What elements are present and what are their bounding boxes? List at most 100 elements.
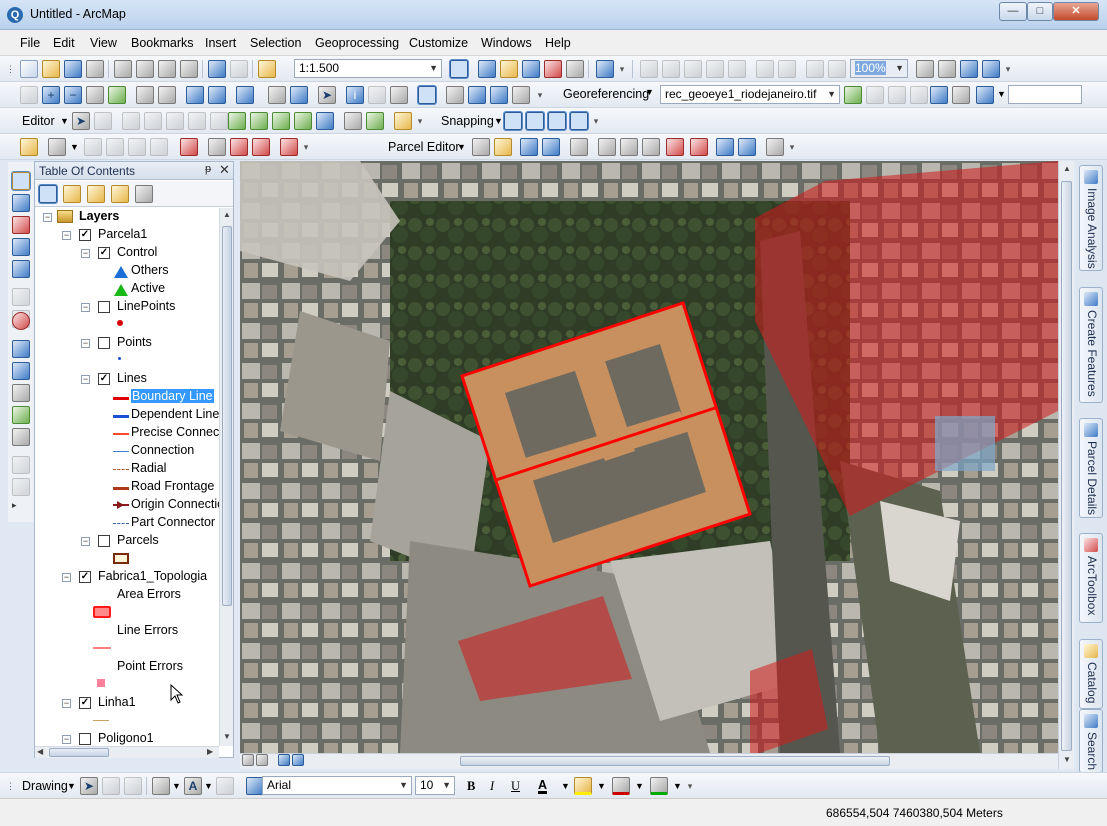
print-icon[interactable] bbox=[86, 60, 104, 78]
error-inspector-icon[interactable] bbox=[230, 138, 248, 156]
linha1-checkbox[interactable]: ✓ bbox=[79, 697, 91, 709]
cut-icon[interactable] bbox=[114, 60, 132, 78]
font-dropdown[interactable]: Arial ▼ bbox=[262, 776, 412, 795]
toolbar-grip-icon[interactable]: ⋮ bbox=[6, 59, 15, 79]
topology-edit-disabled-icon[interactable] bbox=[84, 138, 102, 156]
drawing-menu[interactable]: Drawing bbox=[22, 779, 68, 793]
add-data-icon[interactable] bbox=[258, 60, 276, 78]
edgematch-tool-icon[interactable] bbox=[12, 384, 30, 402]
rotation-angle-input[interactable] bbox=[1008, 85, 1082, 104]
parcels-checkbox[interactable] bbox=[98, 535, 110, 547]
collapse-parcels-icon[interactable]: − bbox=[81, 537, 90, 546]
table-tool-icon[interactable] bbox=[12, 456, 30, 474]
toggle-draft-mode-icon[interactable] bbox=[916, 60, 934, 78]
measure-ruler-icon[interactable] bbox=[417, 85, 437, 105]
pan-hand-icon[interactable] bbox=[86, 86, 104, 104]
rotate-tool-icon[interactable] bbox=[294, 112, 312, 130]
list-by-source-icon[interactable] bbox=[63, 185, 81, 203]
parcel-settings-icon[interactable] bbox=[766, 138, 784, 156]
map-vscroll-thumb[interactable] bbox=[1061, 181, 1072, 751]
point-snapping-icon[interactable] bbox=[503, 111, 523, 131]
least-squares-icon[interactable] bbox=[620, 138, 638, 156]
menu-windows[interactable]: Windows bbox=[481, 36, 532, 50]
fixed-zoom-in-arrows-icon[interactable] bbox=[136, 86, 154, 104]
modify-edge-icon[interactable] bbox=[106, 138, 124, 156]
scroll-down-icon[interactable]: ▼ bbox=[223, 732, 231, 741]
sketch-properties-icon[interactable] bbox=[316, 112, 334, 130]
dock-tab-arctoolbox[interactable]: ArcToolbox bbox=[1079, 533, 1103, 623]
previous-extent-icon[interactable] bbox=[806, 60, 824, 78]
redo-icon[interactable] bbox=[230, 60, 248, 78]
layer-lines[interactable]: Lines bbox=[117, 371, 147, 389]
editor-menu[interactable]: Editor bbox=[22, 114, 55, 128]
layer-poligono1[interactable]: Poligono1 bbox=[98, 731, 154, 746]
edit-tool-arrow-icon[interactable]: ➤ bbox=[72, 112, 90, 130]
topology-edit-icon[interactable] bbox=[48, 138, 66, 156]
viewer-window-icon[interactable] bbox=[952, 86, 970, 104]
rotate-refresh-icon[interactable] bbox=[976, 86, 994, 104]
layout-pan-icon[interactable] bbox=[684, 60, 702, 78]
layers-root-label[interactable]: Layers bbox=[79, 209, 119, 227]
pin-icon[interactable]: ᵽ bbox=[205, 163, 211, 175]
layout-zoom-in-icon[interactable] bbox=[640, 60, 658, 78]
zoom-in-disabled-icon[interactable] bbox=[20, 86, 38, 104]
layer-parcels[interactable]: Parcels bbox=[117, 533, 159, 551]
collapse-topologia-icon[interactable]: − bbox=[62, 573, 71, 582]
menu-customize[interactable]: Customize bbox=[409, 36, 468, 50]
parcel-explorer-icon[interactable] bbox=[738, 138, 756, 156]
fill-color-icon[interactable] bbox=[574, 777, 592, 795]
menu-selection[interactable]: Selection bbox=[250, 36, 301, 50]
toc-scroll-thumb[interactable] bbox=[222, 226, 232, 606]
grid-tool-icon[interactable] bbox=[12, 406, 30, 424]
save-icon[interactable] bbox=[64, 60, 82, 78]
collapse-layers-icon[interactable]: − bbox=[43, 213, 52, 222]
shift-icon[interactable] bbox=[888, 86, 906, 104]
toolbar-grip-icon[interactable]: ▾ bbox=[302, 137, 310, 157]
zoom-in-icon[interactable]: + bbox=[42, 86, 60, 104]
undo-icon[interactable] bbox=[208, 60, 226, 78]
fixed-zoom-in-icon[interactable] bbox=[756, 60, 774, 78]
map-display[interactable] bbox=[240, 161, 1058, 753]
angle-tool-icon[interactable] bbox=[12, 260, 30, 278]
map-horizontal-scrollbar[interactable] bbox=[240, 753, 1058, 769]
layer-linepoints[interactable]: LinePoints bbox=[117, 299, 175, 317]
hyperlink-icon[interactable] bbox=[368, 86, 386, 104]
expand-arrow-icon[interactable]: ▸ bbox=[12, 500, 30, 518]
lines-checkbox[interactable]: ✓ bbox=[98, 373, 110, 385]
menu-edit[interactable]: Edit bbox=[53, 36, 75, 50]
marker-color-icon[interactable] bbox=[650, 777, 668, 795]
map-scale-dropdown[interactable]: 1:1.500 ▼ bbox=[294, 59, 442, 78]
toc-hscroll-thumb[interactable] bbox=[49, 748, 109, 757]
view-link-table-icon[interactable] bbox=[930, 86, 948, 104]
split-tool-icon[interactable] bbox=[272, 112, 290, 130]
dock-tab-search[interactable]: Search bbox=[1079, 709, 1103, 773]
toolbar-grip-icon[interactable]: ⋮ bbox=[6, 776, 15, 796]
delete-parcel-icon[interactable] bbox=[690, 138, 708, 156]
parcel-fabric-icon[interactable] bbox=[20, 138, 38, 156]
arcmap-app-icon[interactable]: Q bbox=[7, 7, 23, 23]
layout-zoom-dropdown[interactable]: 100% ▼ bbox=[850, 59, 908, 78]
fabrica1-topologia-checkbox[interactable]: ✓ bbox=[79, 571, 91, 583]
menu-help[interactable]: Help bbox=[545, 36, 571, 50]
reshape-feature-icon[interactable] bbox=[228, 112, 246, 130]
go-to-xy-icon[interactable] bbox=[490, 86, 508, 104]
arctoolbox-icon[interactable] bbox=[544, 60, 562, 78]
collapse-parcela1-icon[interactable]: − bbox=[62, 231, 71, 240]
edit-annotation-icon[interactable] bbox=[94, 112, 112, 130]
go-back-extent-icon[interactable] bbox=[186, 86, 204, 104]
toolbar-grip-icon[interactable]: ▾ bbox=[592, 111, 600, 131]
toolbar-grip-icon[interactable]: ▾ bbox=[618, 59, 626, 79]
toolbar-grip-icon[interactable]: ▾ bbox=[416, 111, 424, 131]
add-control-points-icon[interactable] bbox=[844, 86, 862, 104]
parcel-help-icon[interactable] bbox=[642, 138, 660, 156]
next-extent-icon[interactable] bbox=[828, 60, 846, 78]
delete-icon[interactable] bbox=[180, 60, 198, 78]
italic-button[interactable]: I bbox=[490, 779, 494, 794]
dimension-tool-icon[interactable] bbox=[12, 288, 30, 306]
dock-tab-create-features[interactable]: Create Features bbox=[1079, 287, 1103, 403]
create-features-icon[interactable] bbox=[366, 112, 384, 130]
cut-polygons-icon[interactable] bbox=[250, 112, 268, 130]
table-of-contents-icon[interactable] bbox=[478, 60, 496, 78]
time-slider-icon[interactable] bbox=[512, 86, 530, 104]
menu-bookmarks[interactable]: Bookmarks bbox=[131, 36, 194, 50]
